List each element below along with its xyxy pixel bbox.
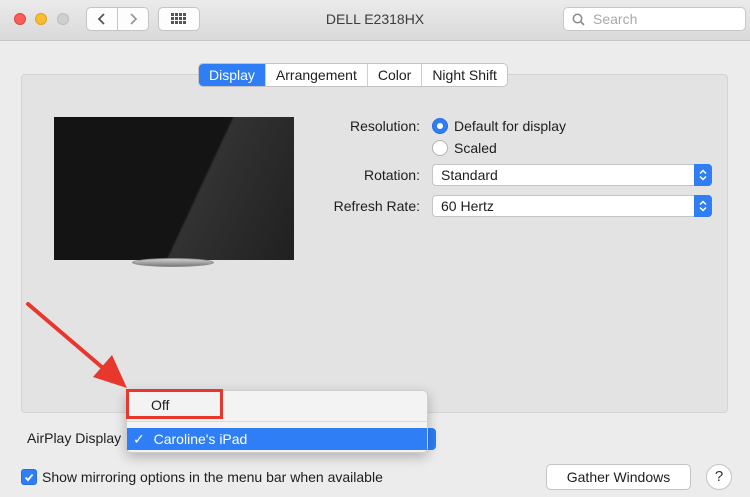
annotation-highlight-box [126, 389, 223, 419]
resolution-label: Resolution: [349, 118, 420, 134]
title-bar: DELL E2318HX [0, 0, 750, 41]
search-input[interactable] [591, 10, 745, 28]
chevron-updown-icon [694, 195, 712, 217]
radio-default-for-display[interactable] [432, 118, 448, 134]
gather-windows-button[interactable]: Gather Windows [546, 464, 691, 490]
close-button[interactable] [14, 13, 26, 25]
chevron-right-icon [130, 13, 138, 25]
monitor-reflection [54, 117, 294, 260]
radio-scaled[interactable] [432, 140, 448, 156]
refresh-rate-select[interactable]: 60 Hertz [432, 195, 712, 217]
tab-color[interactable]: Color [366, 64, 421, 86]
tab-arrangement[interactable]: Arrangement [264, 64, 367, 86]
forward-button[interactable] [117, 8, 148, 30]
refresh-rate-label: Refresh Rate: [333, 198, 420, 214]
menu-item-carolines-ipad[interactable]: ✓ Caroline's iPad [127, 428, 427, 450]
radio-default-label: Default for display [454, 118, 567, 134]
rotation-select[interactable]: Standard [432, 164, 712, 186]
tab-bar: Display Arrangement Color Night Shift [198, 63, 508, 87]
menu-separator [127, 421, 427, 422]
search-icon [572, 13, 585, 26]
chevron-updown-icon [694, 164, 712, 186]
zoom-button[interactable] [57, 13, 69, 25]
mirroring-label: Show mirroring options in the menu bar w… [42, 469, 383, 485]
checkmark-icon: ✓ [133, 431, 145, 447]
tab-display[interactable]: Display [199, 64, 265, 86]
grid-icon [171, 13, 186, 24]
refresh-rate-value: 60 Hertz [441, 198, 494, 214]
rotation-label: Rotation: [363, 167, 420, 183]
search-field[interactable] [563, 7, 746, 31]
radio-scaled-label: Scaled [454, 140, 497, 156]
back-button[interactable] [87, 8, 117, 30]
nav-buttons [86, 7, 149, 31]
menu-item-ipad-label: Caroline's iPad [153, 431, 248, 447]
chevron-left-icon [97, 13, 105, 25]
monitor-image [54, 117, 294, 260]
minimize-button[interactable] [35, 13, 47, 25]
checkmark-icon [24, 473, 34, 481]
monitor-stand [132, 258, 214, 267]
help-button[interactable]: ? [706, 464, 732, 490]
airplay-label: AirPlay Display [27, 430, 122, 446]
rotation-value: Standard [441, 167, 498, 183]
show-all-button[interactable] [158, 7, 200, 31]
mirroring-checkbox[interactable] [21, 469, 37, 485]
tab-night-shift[interactable]: Night Shift [421, 64, 507, 86]
